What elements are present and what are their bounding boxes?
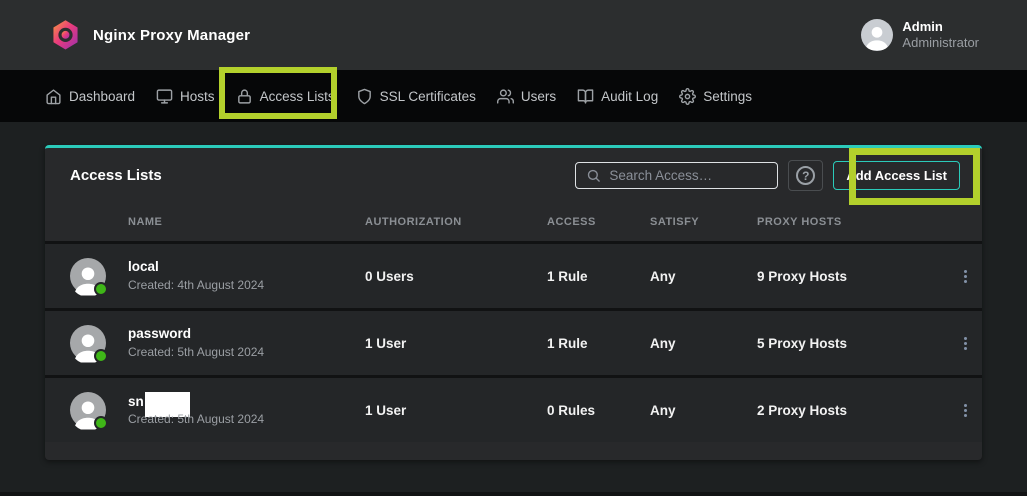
table-row[interactable]: local Created: 4th August 2024 0 Users 1…	[45, 241, 982, 308]
nav-item-ssl-certificates[interactable]: SSL Certificates	[356, 88, 476, 105]
nav-item-settings[interactable]: Settings	[679, 88, 752, 105]
bottom-edge-strip	[0, 492, 1027, 496]
add-access-list-button[interactable]: Add Access List	[833, 161, 960, 190]
gear-icon	[679, 88, 696, 105]
user-menu[interactable]: Admin Administrator	[861, 19, 979, 52]
online-status-dot	[94, 416, 108, 430]
created-date: Created: 5th August 2024	[128, 412, 365, 428]
satisfy-value: Any	[650, 336, 757, 351]
authorization-value: 1 User	[365, 336, 547, 351]
panel-controls: ? Add Access List	[575, 160, 960, 191]
page-title: Access Lists	[70, 167, 162, 184]
nav-label: Hosts	[180, 89, 215, 104]
search-input[interactable]	[609, 168, 767, 183]
access-value: 1 Rule	[547, 269, 650, 284]
online-status-dot	[94, 282, 108, 296]
online-status-dot	[94, 349, 108, 363]
nav-item-audit-log[interactable]: Audit Log	[577, 88, 658, 105]
user-avatar	[861, 19, 893, 51]
table-body: local Created: 4th August 2024 0 Users 1…	[45, 241, 982, 442]
access-list-name: local	[128, 258, 159, 276]
access-value: 1 Rule	[547, 336, 650, 351]
panel-header: Access Lists ? Add Access List	[45, 148, 982, 203]
column-header-satisfy: SATISFY	[650, 216, 757, 228]
proxy-hosts-value: 5 Proxy Hosts	[757, 336, 948, 351]
home-icon	[45, 88, 62, 105]
nav-item-dashboard[interactable]: Dashboard	[45, 88, 135, 105]
created-date: Created: 4th August 2024	[128, 278, 365, 294]
nav-item-users[interactable]: Users	[497, 88, 556, 105]
shield-icon	[356, 88, 373, 105]
app-logo-icon	[50, 19, 81, 52]
users-icon	[497, 88, 514, 105]
row-menu-kebab-icon[interactable]	[948, 337, 982, 350]
nav-label: Audit Log	[601, 89, 658, 104]
nav-label: Access Lists	[260, 89, 335, 104]
row-menu-kebab-icon[interactable]	[948, 270, 982, 283]
book-icon	[577, 88, 594, 105]
row-menu-kebab-icon[interactable]	[948, 404, 982, 417]
column-header-access: ACCESS	[547, 216, 650, 228]
access-list-name: password	[128, 325, 191, 343]
access-lists-panel: Access Lists ? Add Access List NAME AUTH…	[45, 145, 982, 460]
table-header-row: NAME AUTHORIZATION ACCESS SATISFY PROXY …	[45, 203, 982, 241]
proxy-hosts-value: 2 Proxy Hosts	[757, 403, 948, 418]
monitor-icon	[156, 88, 173, 105]
main-nav: Dashboard Hosts Access Lists SSL Certifi…	[0, 70, 1027, 122]
help-button[interactable]: ?	[788, 160, 823, 191]
user-role: Administrator	[902, 35, 979, 51]
avatar	[70, 258, 106, 294]
authorization-value: 0 Users	[365, 269, 547, 284]
nav-item-access-lists[interactable]: Access Lists	[236, 88, 335, 105]
satisfy-value: Any	[650, 269, 757, 284]
brand: Nginx Proxy Manager	[50, 19, 250, 52]
nav-label: Dashboard	[69, 89, 135, 104]
nav-label: Users	[521, 89, 556, 104]
column-header-name: NAME	[128, 216, 365, 228]
search-icon	[586, 168, 601, 183]
app-header: Nginx Proxy Manager Admin Administrator	[0, 0, 1027, 70]
nav-label: Settings	[703, 89, 752, 104]
proxy-hosts-value: 9 Proxy Hosts	[757, 269, 948, 284]
column-header-authorization: AUTHORIZATION	[365, 216, 547, 228]
created-date: Created: 5th August 2024	[128, 345, 365, 361]
nav-item-hosts[interactable]: Hosts	[156, 88, 215, 105]
help-icon: ?	[796, 166, 815, 185]
lock-icon	[236, 88, 253, 105]
avatar	[70, 325, 106, 361]
table-row[interactable]: sn Created: 5th August 2024 1 User 0 Rul…	[45, 375, 982, 442]
access-value: 0 Rules	[547, 403, 650, 418]
avatar	[70, 392, 106, 428]
satisfy-value: Any	[650, 403, 757, 418]
column-header-proxy-hosts: PROXY HOSTS	[757, 216, 948, 228]
nav-label: SSL Certificates	[380, 89, 476, 104]
authorization-value: 1 User	[365, 403, 547, 418]
app-title: Nginx Proxy Manager	[93, 27, 250, 44]
user-name: Admin	[902, 19, 979, 35]
search-box[interactable]	[575, 162, 778, 189]
table-row[interactable]: password Created: 5th August 2024 1 User…	[45, 308, 982, 375]
access-list-name: sn	[128, 393, 144, 411]
